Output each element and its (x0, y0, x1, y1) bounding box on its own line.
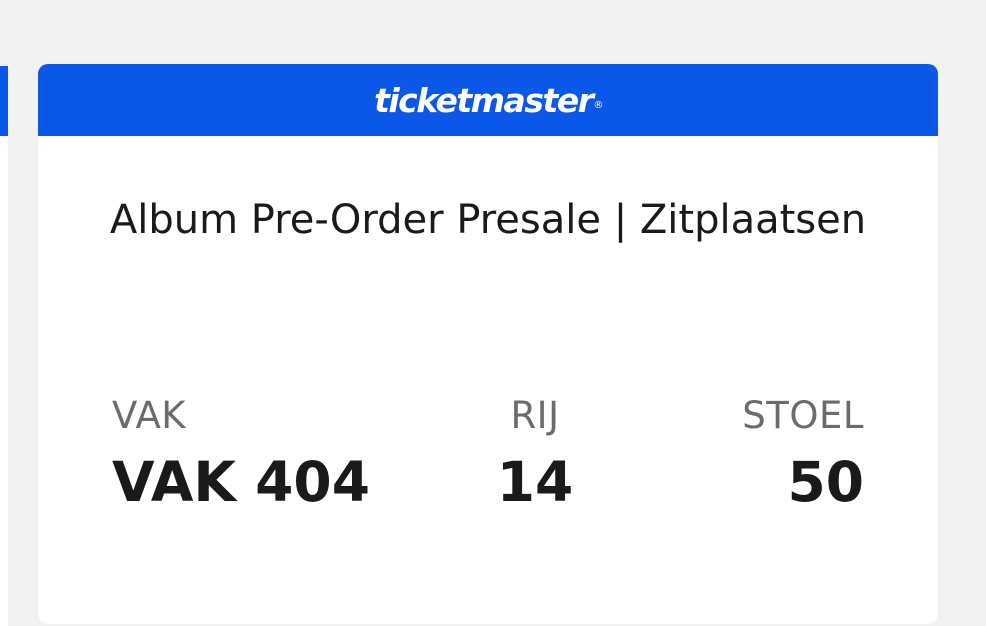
brand-name: ticketmaster (374, 80, 594, 120)
row-column: RIJ 14 (480, 394, 590, 512)
ticketmaster-logo: ticketmaster® (374, 80, 603, 120)
previous-ticket-header (0, 66, 8, 136)
registered-mark: ® (593, 99, 603, 111)
ticket-header: ticketmaster® (38, 64, 938, 136)
seat-column: STOEL 50 (742, 394, 864, 512)
row-label: RIJ (510, 394, 560, 437)
seat-info: VAK VAK 404 RIJ 14 STOEL 50 (112, 394, 864, 524)
event-title: Album Pre-Order Presale | Zitplaatsen (109, 197, 867, 243)
previous-ticket-card-edge[interactable] (0, 66, 8, 626)
seat-label: STOEL (742, 394, 864, 437)
section-column: VAK VAK 404 (112, 394, 370, 512)
seat-value: 50 (787, 450, 864, 514)
section-label: VAK (112, 394, 187, 437)
row-value: 14 (496, 450, 574, 514)
ticket-card[interactable]: ticketmaster® Album Pre-Order Presale | … (38, 64, 938, 624)
section-value: VAK 404 (112, 450, 370, 514)
